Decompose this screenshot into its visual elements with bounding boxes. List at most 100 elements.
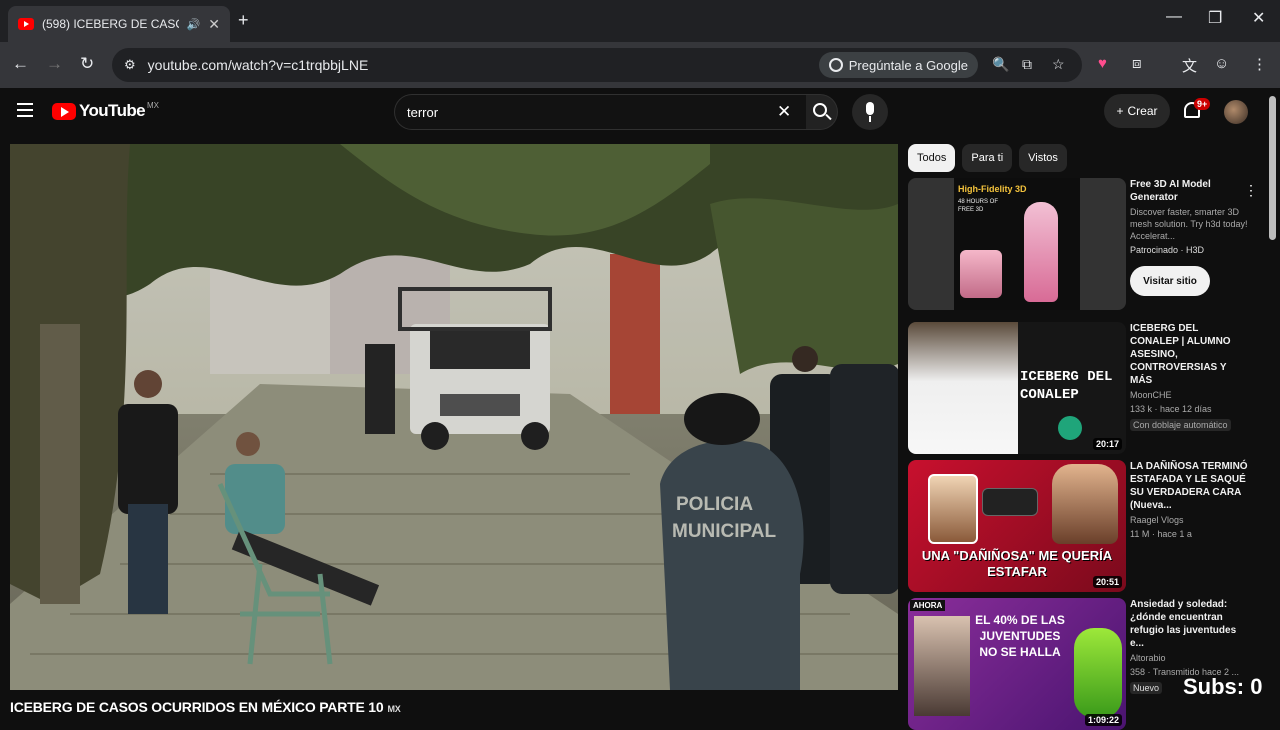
- browser-toolbar: ← → ↻ ⚙ youtube.com/watch?v=c1trqbbjLNE …: [0, 42, 1280, 88]
- youtube-favicon-icon: [18, 18, 34, 30]
- country-code: MX: [147, 101, 159, 110]
- channel-name[interactable]: Raagel Vlogs: [1130, 514, 1248, 526]
- search-input[interactable]: [407, 95, 767, 129]
- address-bar[interactable]: ⚙ youtube.com/watch?v=c1trqbbjLNE Pregún…: [112, 48, 1082, 82]
- video-title[interactable]: Ansiedad y soledad: ¿dónde encuentran re…: [1130, 598, 1248, 650]
- video-meta: ICEBERG DEL CONALEP | ALUMNO ASESINO, CO…: [1130, 322, 1248, 433]
- thumb-people: [908, 322, 1018, 454]
- thumb-text: ICEBERG DEL CONALEP: [1020, 369, 1113, 403]
- close-window-button[interactable]: ✕: [1252, 8, 1265, 28]
- page-scrollbar[interactable]: [1269, 96, 1276, 240]
- back-button[interactable]: ←: [12, 54, 29, 74]
- channel-name[interactable]: MoonCHE: [1130, 389, 1248, 401]
- extension-shield-icon[interactable]: ♥: [1098, 55, 1107, 72]
- recommendation-card[interactable]: ICEBERG DEL CONALEP 20:17 ICEBERG DEL CO…: [908, 322, 1248, 456]
- google-lens-icon: [828, 58, 843, 72]
- ad-thumb-sub: 48 HOURS OF FREE 3D: [958, 199, 999, 213]
- ask-google-label: Pregúntale a Google: [848, 57, 968, 73]
- conalep-logo-icon: [1058, 416, 1082, 440]
- anime-character-icon: [1024, 202, 1058, 302]
- video-thumbnail[interactable]: AHORA EL 40% DE LAS JUVENTUDES NO SE HAL…: [908, 598, 1126, 730]
- create-button[interactable]: + Crear: [1104, 94, 1170, 128]
- voice-search-mic-icon[interactable]: [852, 94, 888, 130]
- recommendation-card[interactable]: AHORA EL 40% DE LAS JUVENTUDES NO SE HAL…: [908, 598, 1248, 730]
- new-badge: Nuevo: [1130, 682, 1163, 694]
- visit-site-button[interactable]: Visitar sitio: [1130, 266, 1210, 296]
- site-info-icon[interactable]: ⚙: [124, 57, 136, 73]
- thumb-man: [1052, 464, 1118, 544]
- video-thumbnail[interactable]: UNA "DAÑIÑOSA" ME QUERÍA ESTAFAR 20:51: [908, 460, 1126, 592]
- profile-icon[interactable]: ☺: [1214, 55, 1229, 72]
- search-box[interactable]: ✕: [394, 94, 806, 130]
- chip-vistos[interactable]: Vistos: [1019, 144, 1067, 172]
- ad-card[interactable]: High-Fidelity 3D 48 HOURS OF FREE 3D Fre…: [908, 178, 1258, 318]
- thumb-text: UNA "DAÑIÑOSA" ME QUERÍA ESTAFAR: [921, 548, 1113, 579]
- video-title-text: ICEBERG DE CASOS OCURRIDOS EN MÉXICO PAR…: [10, 699, 384, 715]
- minimize-window-button[interactable]: —: [1166, 8, 1182, 26]
- ad-description: Discover faster, smarter 3D mesh solutio…: [1130, 207, 1248, 241]
- address-url[interactable]: youtube.com/watch?v=c1trqbbjLNE: [148, 57, 369, 73]
- live-tag: AHORA: [910, 600, 946, 611]
- thumb-text: EL 40% DE LAS JUVENTUDES NO SE HALLA: [975, 613, 1065, 659]
- video-title: ICEBERG DE CASOS OCURRIDOS EN MÉXICO PAR…: [10, 699, 401, 715]
- browser-tab-bar: (598) ICEBERG DE CASOS O 🔊 ✕ + — ❐ ✕: [0, 0, 1280, 42]
- video-stats: 11 M · hace 1 a: [1130, 529, 1192, 539]
- ask-google-chip[interactable]: Pregúntale a Google: [818, 52, 978, 78]
- browser-menu-icon[interactable]: ⋮: [1252, 55, 1267, 73]
- clear-search-icon[interactable]: ✕: [777, 102, 791, 122]
- video-duration: 1:09:22: [1084, 714, 1122, 726]
- youtube-play-logo-icon: [52, 102, 76, 120]
- extensions-puzzle-icon[interactable]: ⧈: [1132, 55, 1142, 72]
- auto-dub-badge: Con doblaje automático: [1130, 419, 1231, 431]
- chip-todos[interactable]: Todos: [908, 144, 956, 172]
- create-label: Crear: [1127, 104, 1158, 118]
- video-title[interactable]: LA DAÑIÑOSA TERMINÓ ESTAFADA Y LE SAQUÉ …: [1130, 460, 1248, 512]
- plus-icon: +: [1116, 104, 1124, 118]
- video-duration: 20:51: [1092, 576, 1122, 588]
- ad-meta: Free 3D AI Model Generator Discover fast…: [1130, 178, 1248, 296]
- hamburger-menu-icon[interactable]: [17, 103, 33, 117]
- recommendation-card[interactable]: UNA "DAÑIÑOSA" ME QUERÍA ESTAFAR 20:51 L…: [908, 460, 1248, 594]
- ad-thumbnail[interactable]: High-Fidelity 3D 48 HOURS OF FREE 3D: [908, 178, 1126, 310]
- green-mask-icon: [1074, 628, 1122, 718]
- search-icon[interactable]: [813, 103, 827, 117]
- ad-thumbnail-inner: High-Fidelity 3D 48 HOURS OF FREE 3D: [954, 178, 1080, 310]
- anime-avatar-icon: [960, 250, 1002, 298]
- restore-window-button[interactable]: ❐: [1208, 8, 1222, 28]
- video-thumbnail[interactable]: ICEBERG DEL CONALEP 20:17: [908, 322, 1126, 454]
- ad-sponsored: Patrocinado · H3D: [1130, 245, 1205, 255]
- translate-icon[interactable]: 文: [1182, 55, 1197, 76]
- account-avatar[interactable]: [1224, 100, 1248, 124]
- ad-title[interactable]: Free 3D AI Model Generator: [1130, 178, 1248, 204]
- browser-tab-active[interactable]: (598) ICEBERG DE CASOS O 🔊 ✕: [8, 6, 230, 42]
- notification-badge: 9+: [1194, 98, 1211, 110]
- youtube-wordmark: YouTube: [79, 101, 146, 120]
- subs-counter-overlay: Subs: 0: [1183, 674, 1263, 699]
- video-duration: 20:17: [1092, 438, 1122, 450]
- thumb-woman: [928, 474, 978, 544]
- video-player[interactable]: POLICIA MUNICIPAL: [10, 144, 898, 690]
- video-meta: LA DAÑIÑOSA TERMINÓ ESTAFADA Y LE SAQUÉ …: [1130, 460, 1248, 540]
- video-frame-image: POLICIA MUNICIPAL: [10, 144, 898, 690]
- zoom-icon[interactable]: 🔍: [992, 56, 1009, 73]
- country-flag: MX: [387, 704, 401, 714]
- chip-para-ti[interactable]: Para ti: [962, 144, 1013, 172]
- youtube-logo[interactable]: YouTube MX: [52, 101, 159, 121]
- ad-thumb-headline: High-Fidelity 3D: [958, 184, 1027, 194]
- audio-playing-icon[interactable]: 🔊: [187, 18, 201, 31]
- related-filter-chips: Todos Para ti Vistos: [908, 144, 1074, 172]
- forward-button[interactable]: →: [46, 54, 63, 74]
- youtube-masthead: YouTube MX ✕ +Crear 9+: [0, 88, 1280, 136]
- channel-name[interactable]: Altorabio: [1130, 652, 1248, 664]
- cast-icon[interactable]: ⧉: [1022, 56, 1032, 73]
- reload-button[interactable]: ↻: [80, 54, 94, 74]
- close-tab-icon[interactable]: ✕: [208, 16, 220, 33]
- bookmark-star-icon[interactable]: ☆: [1052, 56, 1065, 73]
- tab-title: (598) ICEBERG DE CASOS O: [42, 17, 179, 31]
- video-title[interactable]: ICEBERG DEL CONALEP | ALUMNO ASESINO, CO…: [1130, 322, 1248, 387]
- chat-bubble-icon: [982, 488, 1038, 516]
- thumb-people: [914, 616, 970, 716]
- video-stats: 133 k · hace 12 días: [1130, 404, 1212, 414]
- new-tab-button[interactable]: +: [238, 10, 249, 31]
- more-options-icon[interactable]: ⋮: [1244, 182, 1258, 199]
